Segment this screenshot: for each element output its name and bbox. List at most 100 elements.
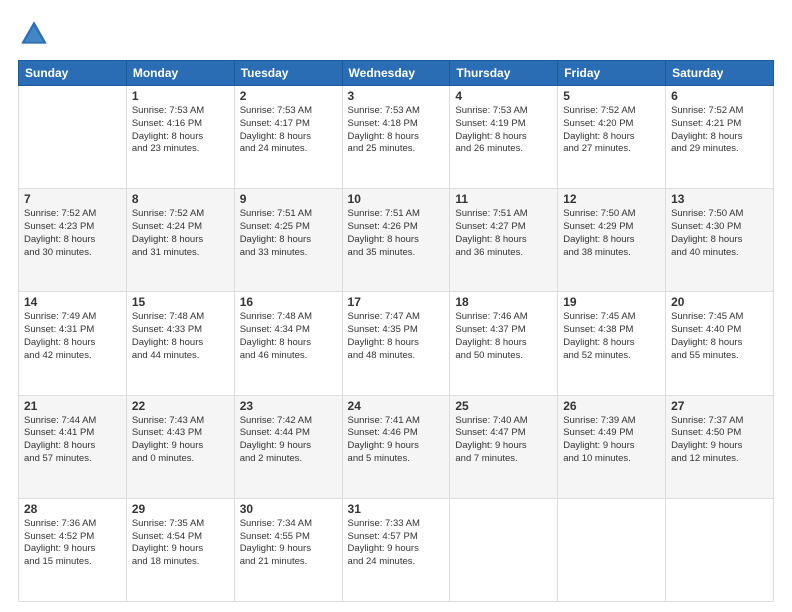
day-number: 24 <box>348 399 445 413</box>
day-info: Sunrise: 7:52 AM Sunset: 4:21 PM Dayligh… <box>671 105 768 156</box>
day-info: Sunrise: 7:41 AM Sunset: 4:46 PM Dayligh… <box>348 415 445 466</box>
day-info: Sunrise: 7:45 AM Sunset: 4:40 PM Dayligh… <box>671 311 768 362</box>
calendar-cell: 29 Sunrise: 7:35 AM Sunset: 4:54 PM Dayli… <box>126 498 234 601</box>
day-info: Sunrise: 7:37 AM Sunset: 4:50 PM Dayligh… <box>671 415 768 466</box>
calendar-cell: 30 Sunrise: 7:34 AM Sunset: 4:55 PM Dayli… <box>234 498 342 601</box>
day-number: 19 <box>563 295 660 309</box>
calendar-cell: 24 Sunrise: 7:41 AM Sunset: 4:46 PM Dayli… <box>342 395 450 498</box>
calendar-cell: 3Sunrise: 7:53 AM Sunset: 4:18 PM Daylig… <box>342 86 450 189</box>
day-info: Sunrise: 7:51 AM Sunset: 4:27 PM Dayligh… <box>455 208 552 259</box>
header <box>18 18 774 50</box>
calendar-cell: 11 Sunrise: 7:51 AM Sunset: 4:27 PM Dayli… <box>450 189 558 292</box>
calendar-cell: 23 Sunrise: 7:42 AM Sunset: 4:44 PM Dayli… <box>234 395 342 498</box>
day-info: Sunrise: 7:46 AM Sunset: 4:37 PM Dayligh… <box>455 311 552 362</box>
day-number: 25 <box>455 399 552 413</box>
day-number: 12 <box>563 192 660 206</box>
day-info: Sunrise: 7:40 AM Sunset: 4:47 PM Dayligh… <box>455 415 552 466</box>
calendar-cell: 14 Sunrise: 7:49 AM Sunset: 4:31 PM Dayli… <box>19 292 127 395</box>
calendar-cell: 6 Sunrise: 7:52 AM Sunset: 4:21 PM Daylig… <box>666 86 774 189</box>
day-number: 17 <box>348 295 445 309</box>
day-info: Sunrise: 7:42 AM Sunset: 4:44 PM Dayligh… <box>240 415 337 466</box>
calendar-cell: 2 Sunrise: 7:53 AM Sunset: 4:17 PM Daylig… <box>234 86 342 189</box>
calendar-cell: 8Sunrise: 7:52 AM Sunset: 4:24 PM Daylig… <box>126 189 234 292</box>
page: SundayMondayTuesdayWednesdayThursdayFrid… <box>0 0 792 612</box>
calendar-cell: 26 Sunrise: 7:39 AM Sunset: 4:49 PM Dayli… <box>558 395 666 498</box>
calendar-cell: 22Sunrise: 7:43 AM Sunset: 4:43 PM Dayli… <box>126 395 234 498</box>
day-number: 10 <box>348 192 445 206</box>
day-info: Sunrise: 7:53 AM Sunset: 4:16 PM Dayligh… <box>132 105 229 156</box>
day-number: 18 <box>455 295 552 309</box>
day-info: Sunrise: 7:47 AM Sunset: 4:35 PM Dayligh… <box>348 311 445 362</box>
day-number: 7 <box>24 192 121 206</box>
calendar-cell: 27 Sunrise: 7:37 AM Sunset: 4:50 PM Dayli… <box>666 395 774 498</box>
day-number: 31 <box>348 502 445 516</box>
weekday-header-thursday: Thursday <box>450 61 558 86</box>
day-number: 13 <box>671 192 768 206</box>
calendar-cell: 17 Sunrise: 7:47 AM Sunset: 4:35 PM Dayli… <box>342 292 450 395</box>
weekday-header-tuesday: Tuesday <box>234 61 342 86</box>
calendar-cell <box>666 498 774 601</box>
calendar-cell <box>19 86 127 189</box>
calendar-cell: 9 Sunrise: 7:51 AM Sunset: 4:25 PM Daylig… <box>234 189 342 292</box>
weekday-header-wednesday: Wednesday <box>342 61 450 86</box>
day-info: Sunrise: 7:39 AM Sunset: 4:49 PM Dayligh… <box>563 415 660 466</box>
day-number: 2 <box>240 89 337 103</box>
logo-icon <box>18 18 50 50</box>
day-info: Sunrise: 7:53 AM Sunset: 4:17 PM Dayligh… <box>240 105 337 156</box>
calendar-cell: 13 Sunrise: 7:50 AM Sunset: 4:30 PM Dayli… <box>666 189 774 292</box>
day-number: 5 <box>563 89 660 103</box>
calendar-cell <box>450 498 558 601</box>
week-row-1: 1 Sunrise: 7:53 AM Sunset: 4:16 PM Daylig… <box>19 86 774 189</box>
calendar-cell: 19Sunrise: 7:45 AM Sunset: 4:38 PM Dayli… <box>558 292 666 395</box>
day-info: Sunrise: 7:53 AM Sunset: 4:18 PM Dayligh… <box>348 105 445 156</box>
weekday-header-monday: Monday <box>126 61 234 86</box>
day-number: 27 <box>671 399 768 413</box>
day-number: 1 <box>132 89 229 103</box>
day-info: Sunrise: 7:51 AM Sunset: 4:25 PM Dayligh… <box>240 208 337 259</box>
week-row-4: 21 Sunrise: 7:44 AM Sunset: 4:41 PM Dayli… <box>19 395 774 498</box>
day-info: Sunrise: 7:48 AM Sunset: 4:33 PM Dayligh… <box>132 311 229 362</box>
calendar-cell: 31 Sunrise: 7:33 AM Sunset: 4:57 PM Dayli… <box>342 498 450 601</box>
day-info: Sunrise: 7:33 AM Sunset: 4:57 PM Dayligh… <box>348 518 445 569</box>
day-info: Sunrise: 7:50 AM Sunset: 4:30 PM Dayligh… <box>671 208 768 259</box>
calendar-cell <box>558 498 666 601</box>
day-number: 6 <box>671 89 768 103</box>
day-info: Sunrise: 7:52 AM Sunset: 4:20 PM Dayligh… <box>563 105 660 156</box>
day-info: Sunrise: 7:48 AM Sunset: 4:34 PM Dayligh… <box>240 311 337 362</box>
day-info: Sunrise: 7:52 AM Sunset: 4:23 PM Dayligh… <box>24 208 121 259</box>
logo <box>18 18 54 50</box>
day-info: Sunrise: 7:44 AM Sunset: 4:41 PM Dayligh… <box>24 415 121 466</box>
calendar-cell: 25 Sunrise: 7:40 AM Sunset: 4:47 PM Dayli… <box>450 395 558 498</box>
day-info: Sunrise: 7:51 AM Sunset: 4:26 PM Dayligh… <box>348 208 445 259</box>
calendar-cell: 1 Sunrise: 7:53 AM Sunset: 4:16 PM Daylig… <box>126 86 234 189</box>
day-info: Sunrise: 7:34 AM Sunset: 4:55 PM Dayligh… <box>240 518 337 569</box>
day-number: 29 <box>132 502 229 516</box>
weekday-header-friday: Friday <box>558 61 666 86</box>
day-info: Sunrise: 7:36 AM Sunset: 4:52 PM Dayligh… <box>24 518 121 569</box>
week-row-3: 14 Sunrise: 7:49 AM Sunset: 4:31 PM Dayli… <box>19 292 774 395</box>
day-info: Sunrise: 7:49 AM Sunset: 4:31 PM Dayligh… <box>24 311 121 362</box>
day-info: Sunrise: 7:43 AM Sunset: 4:43 PM Dayligh… <box>132 415 229 466</box>
day-number: 28 <box>24 502 121 516</box>
day-number: 9 <box>240 192 337 206</box>
week-row-5: 28 Sunrise: 7:36 AM Sunset: 4:52 PM Dayli… <box>19 498 774 601</box>
day-number: 21 <box>24 399 121 413</box>
calendar-cell: 7 Sunrise: 7:52 AM Sunset: 4:23 PM Daylig… <box>19 189 127 292</box>
calendar-cell: 15Sunrise: 7:48 AM Sunset: 4:33 PM Dayli… <box>126 292 234 395</box>
calendar-cell: 12Sunrise: 7:50 AM Sunset: 4:29 PM Dayli… <box>558 189 666 292</box>
day-number: 26 <box>563 399 660 413</box>
day-info: Sunrise: 7:35 AM Sunset: 4:54 PM Dayligh… <box>132 518 229 569</box>
day-number: 23 <box>240 399 337 413</box>
calendar-cell: 5 Sunrise: 7:52 AM Sunset: 4:20 PM Daylig… <box>558 86 666 189</box>
calendar-cell: 20Sunrise: 7:45 AM Sunset: 4:40 PM Dayli… <box>666 292 774 395</box>
day-number: 30 <box>240 502 337 516</box>
day-number: 11 <box>455 192 552 206</box>
day-number: 16 <box>240 295 337 309</box>
weekday-header-row: SundayMondayTuesdayWednesdayThursdayFrid… <box>19 61 774 86</box>
week-row-2: 7 Sunrise: 7:52 AM Sunset: 4:23 PM Daylig… <box>19 189 774 292</box>
calendar-table: SundayMondayTuesdayWednesdayThursdayFrid… <box>18 60 774 602</box>
weekday-header-sunday: Sunday <box>19 61 127 86</box>
day-number: 8 <box>132 192 229 206</box>
day-number: 14 <box>24 295 121 309</box>
calendar-cell: 4Sunrise: 7:53 AM Sunset: 4:19 PM Daylig… <box>450 86 558 189</box>
